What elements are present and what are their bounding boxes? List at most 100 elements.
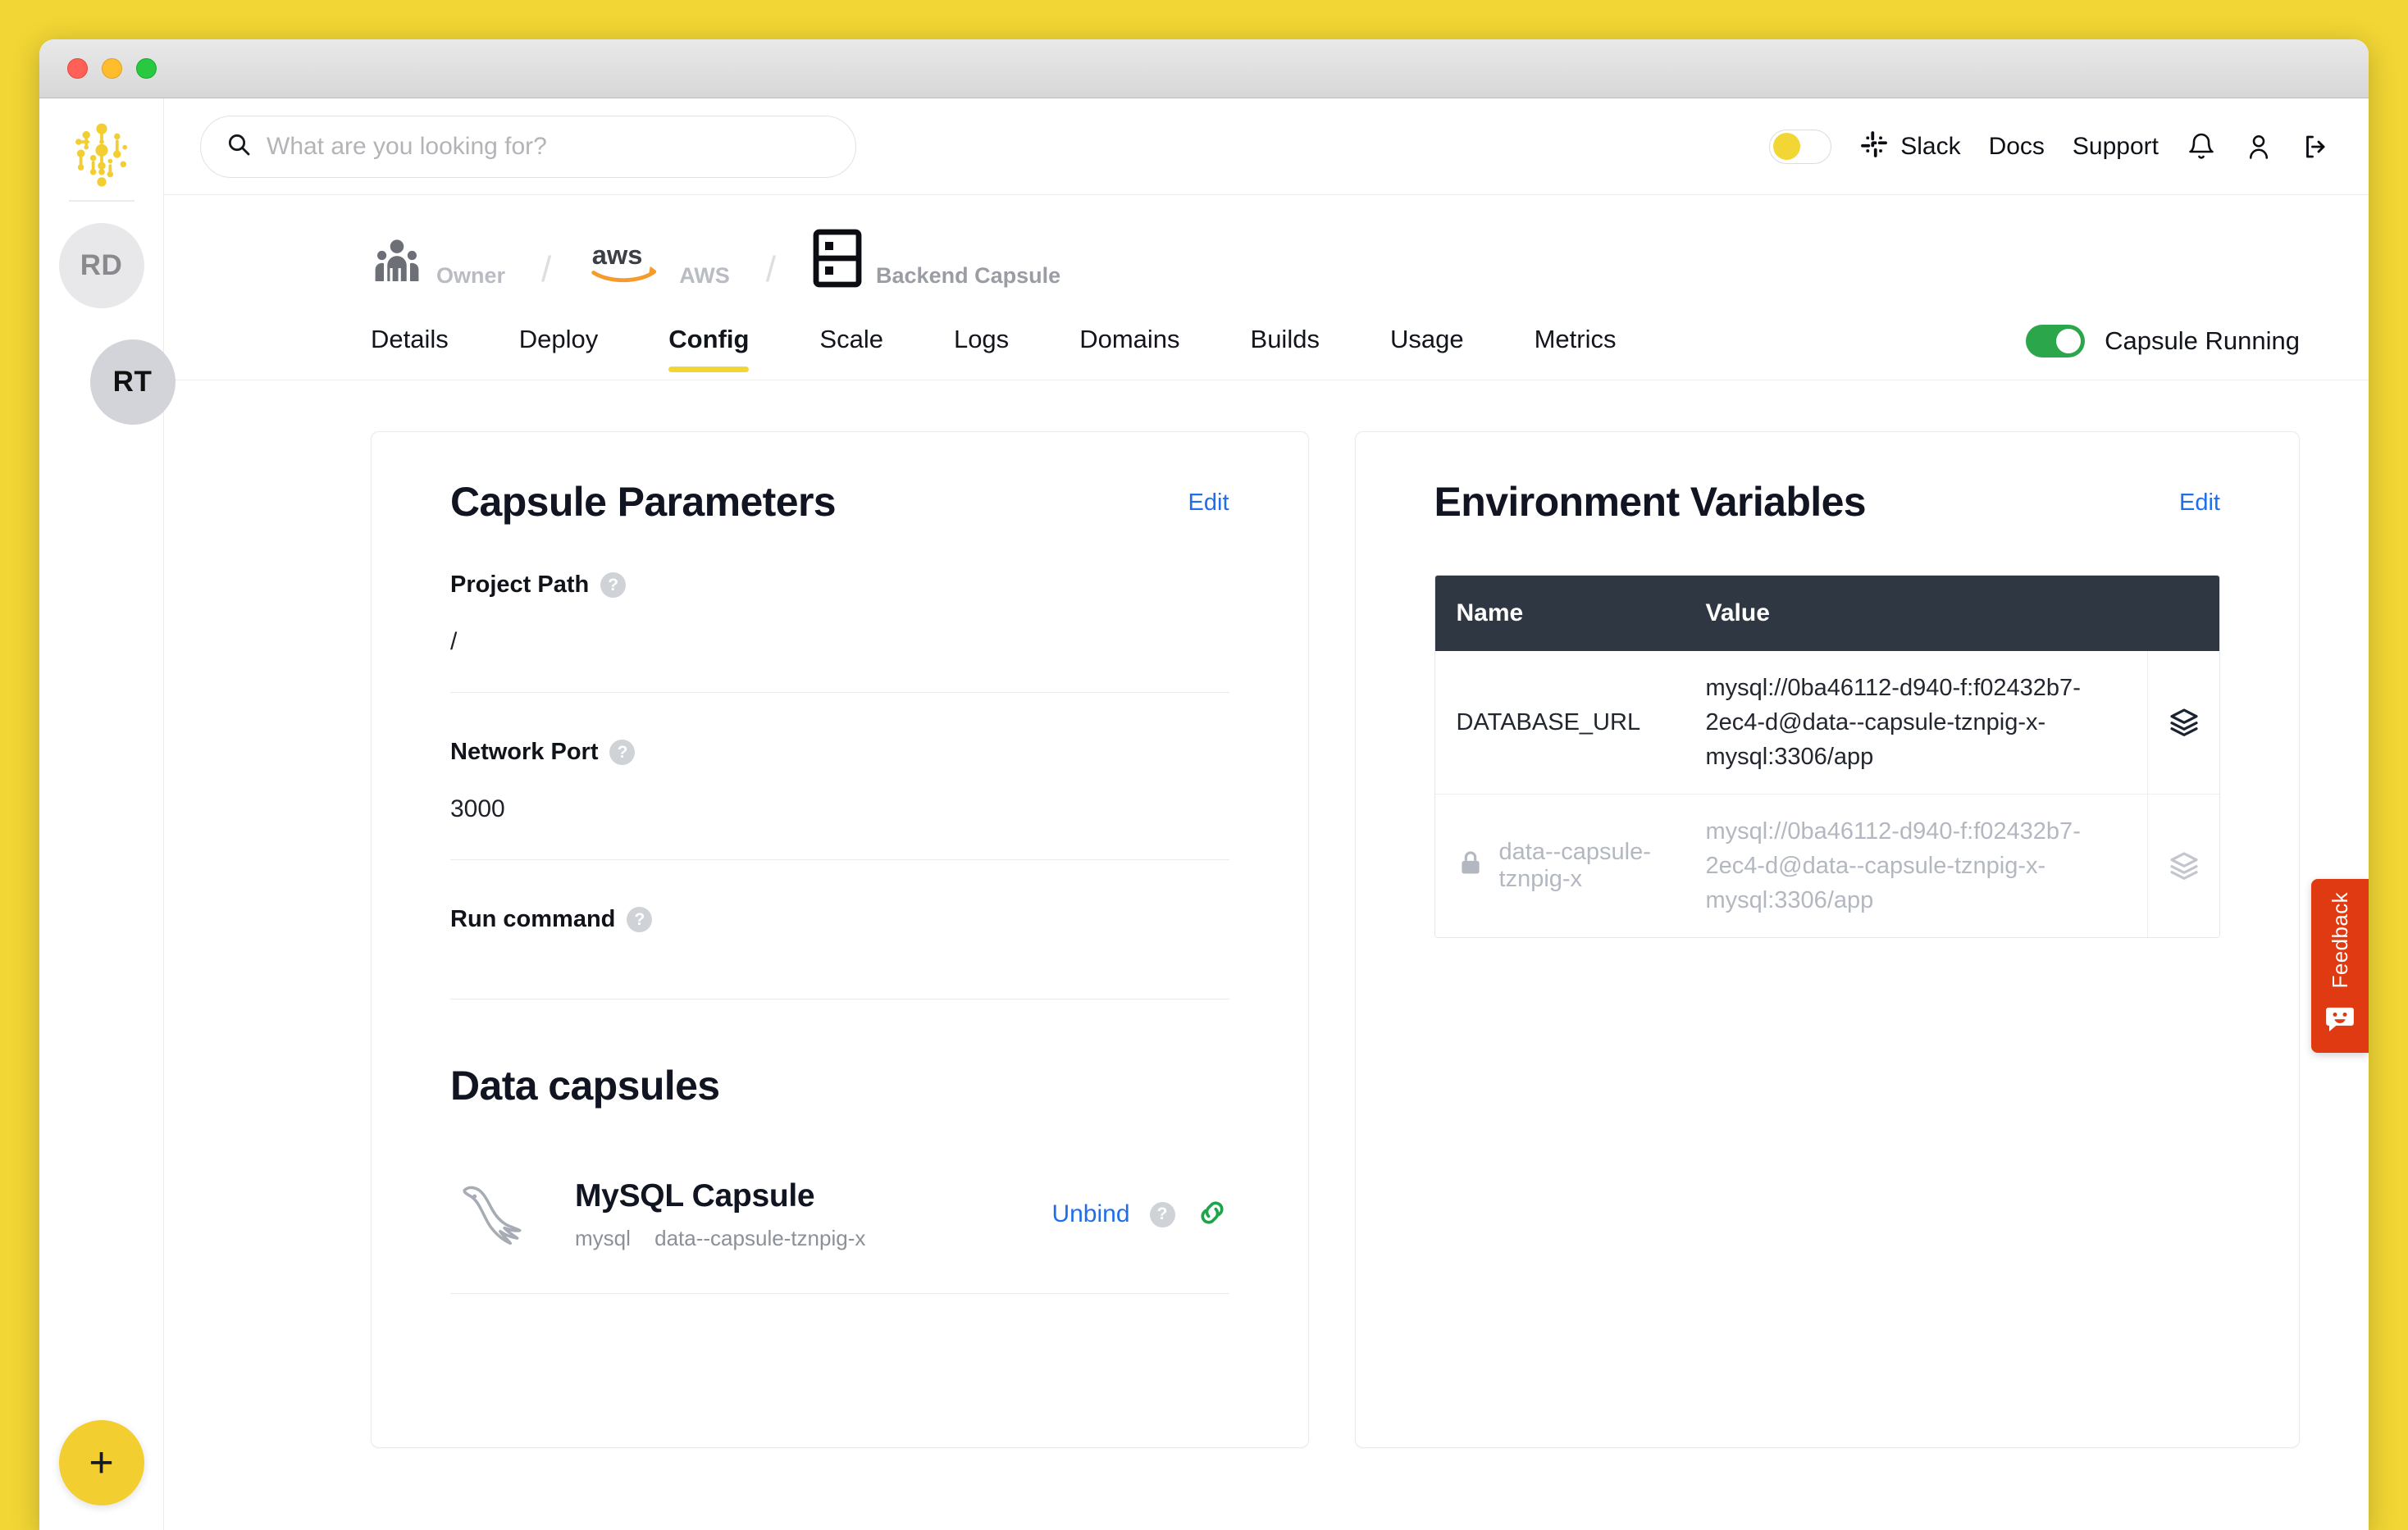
breadcrumb-label: Owner <box>436 263 506 288</box>
field-value <box>450 933 1229 999</box>
environment-variables-card: Environment Variables Edit Name Value DA… <box>1354 431 2300 1448</box>
environment-variables-header: Environment Variables Edit <box>1434 478 2220 526</box>
svg-text:aws: aws <box>592 239 643 270</box>
close-window-button[interactable] <box>67 58 88 79</box>
capsule-logo[interactable] <box>63 116 140 194</box>
slack-icon <box>1859 130 1889 163</box>
feedback-label: Feedback <box>2327 891 2352 989</box>
field-value: 3000 <box>450 795 505 822</box>
breadcrumb-item-aws[interactable]: aws AWS <box>587 237 730 292</box>
field-project-path: Project Path ? / <box>450 526 1229 693</box>
page-title: Capsule Parameters <box>450 479 837 525</box>
column-header-value: Value <box>1705 599 1770 627</box>
page-content: Owner / aws AWS / Backend Capsule Detail… <box>164 195 2369 1530</box>
field-label-text: Network Port <box>450 739 599 765</box>
window-titlebar <box>39 39 2369 98</box>
env-var-name: data--capsule-tznpig-x <box>1498 839 1651 893</box>
aws-icon: aws <box>587 237 666 292</box>
breadcrumb: Owner / aws AWS / Backend Capsule <box>164 195 2369 292</box>
capsule-run-state: Capsule Running <box>2026 324 2300 372</box>
tab-deploy[interactable]: Deploy <box>519 325 599 372</box>
table-row[interactable]: DATABASE_URL mysql://0ba46112-d940-f:f02… <box>1434 651 2219 795</box>
zoom-window-button[interactable] <box>136 58 157 79</box>
capsule-icon <box>812 229 863 292</box>
data-capsule-row: MySQL Capsule mysql data--capsule-tznpig… <box>450 1126 1229 1294</box>
avatar-rd[interactable]: RD <box>58 223 144 308</box>
field-label-text: Run command <box>450 906 616 932</box>
docs-link[interactable]: Docs <box>1989 133 2045 161</box>
field-value: / <box>450 628 458 655</box>
lock-icon <box>1457 849 1484 883</box>
feedback-tab[interactable]: Feedback <box>2311 879 2369 1053</box>
search-input[interactable] <box>267 132 831 161</box>
unbind-button[interactable]: Unbind <box>1051 1200 1129 1228</box>
tab-bar: Details Deploy Config Scale Logs Domains… <box>164 292 2369 380</box>
minimize-window-button[interactable] <box>102 58 122 79</box>
table-row[interactable]: data--capsule-tznpig-x mysql://0ba46112-… <box>1434 795 2219 938</box>
breadcrumb-separator: / <box>765 249 777 289</box>
capsule-parameters-card: Capsule Parameters Edit Project Path ? / <box>371 431 1309 1448</box>
team-icon <box>371 235 423 292</box>
plus-icon: + <box>89 1439 114 1487</box>
breadcrumb-item-owner[interactable]: Owner <box>371 235 505 292</box>
tab-logs[interactable]: Logs <box>954 325 1009 372</box>
capsule-running-toggle[interactable] <box>2026 324 2086 357</box>
avatar-initials: RT <box>112 366 153 398</box>
avatar-initials: RD <box>80 249 123 281</box>
search-icon <box>226 131 252 162</box>
field-run-command: Run command ? <box>450 860 1229 1000</box>
slack-label: Slack <box>1900 132 1961 160</box>
help-icon[interactable]: ? <box>627 907 653 932</box>
help-icon[interactable]: ? <box>609 740 636 765</box>
add-capsule-button[interactable]: + <box>58 1420 144 1505</box>
breadcrumb-item-capsule[interactable]: Backend Capsule <box>812 229 1060 292</box>
data-capsule-identifier: data--capsule-tznpig-x <box>654 1225 866 1250</box>
theme-toggle[interactable] <box>1769 129 1832 164</box>
edit-environment-variables-button[interactable]: Edit <box>2179 490 2220 517</box>
field-label-text: Project Path <box>450 571 590 598</box>
mysql-dolphin-icon <box>450 1172 557 1257</box>
copy-layers-icon[interactable] <box>2147 795 2219 938</box>
environment-variables-table: Name Value DATABASE_URL mysql://0ba46112… <box>1434 575 2220 939</box>
capsule-parameters-header: Capsule Parameters Edit <box>450 478 1229 526</box>
env-var-value: mysql://0ba46112-d940-f:f02432b7-2ec4-d@… <box>1705 675 2081 771</box>
support-link[interactable]: Support <box>2073 133 2159 161</box>
left-sidebar: RD RT + <box>39 98 176 1530</box>
breadcrumb-label: AWS <box>679 263 730 288</box>
tab-metrics[interactable]: Metrics <box>1535 325 1617 372</box>
tab-builds[interactable]: Builds <box>1251 325 1320 372</box>
edit-capsule-parameters-button[interactable]: Edit <box>1188 490 1229 517</box>
field-network-port: Network Port ? 3000 <box>450 693 1229 860</box>
theme-toggle-knob <box>1773 133 1801 160</box>
search-box[interactable] <box>200 115 856 178</box>
user-icon[interactable] <box>2244 132 2273 162</box>
main-pane: Slack Docs Support <box>164 98 2369 1530</box>
tab-details[interactable]: Details <box>371 325 449 372</box>
link-icon[interactable] <box>1195 1195 1229 1234</box>
config-cards: Capsule Parameters Edit Project Path ? / <box>164 380 2369 1448</box>
help-icon[interactable]: ? <box>1149 1201 1175 1227</box>
avatar-rt[interactable]: RT <box>89 339 176 425</box>
column-header-name: Name <box>1456 599 1524 626</box>
top-bar: Slack Docs Support <box>164 98 2369 195</box>
logout-icon[interactable] <box>2301 132 2331 162</box>
tab-usage[interactable]: Usage <box>1390 325 1464 372</box>
tab-config[interactable]: Config <box>668 325 750 372</box>
help-icon[interactable]: ? <box>600 572 627 598</box>
copy-layers-icon[interactable] <box>2147 651 2219 795</box>
tab-scale[interactable]: Scale <box>819 325 883 372</box>
breadcrumb-label: Backend Capsule <box>876 263 1061 288</box>
data-capsules-title: Data capsules <box>450 1063 720 1109</box>
bell-icon[interactable] <box>2187 132 2216 162</box>
section-title: Environment Variables <box>1434 479 1867 525</box>
browser-window: RD RT + What are you looking for? Slack … <box>39 39 2369 1530</box>
data-capsule-engine: mysql <box>575 1225 631 1250</box>
sidebar-divider <box>68 200 135 202</box>
slack-link[interactable]: Slack <box>1859 130 1961 163</box>
tab-domains[interactable]: Domains <box>1079 325 1179 372</box>
table-header-row: Name Value <box>1434 576 2219 651</box>
env-var-value: mysql://0ba46112-d940-f:f02432b7-2ec4-d@… <box>1705 818 2081 914</box>
data-capsule-name: MySQL Capsule <box>575 1177 815 1214</box>
env-var-name: DATABASE_URL <box>1456 708 1641 735</box>
capsule-running-label: Capsule Running <box>2105 326 2300 355</box>
